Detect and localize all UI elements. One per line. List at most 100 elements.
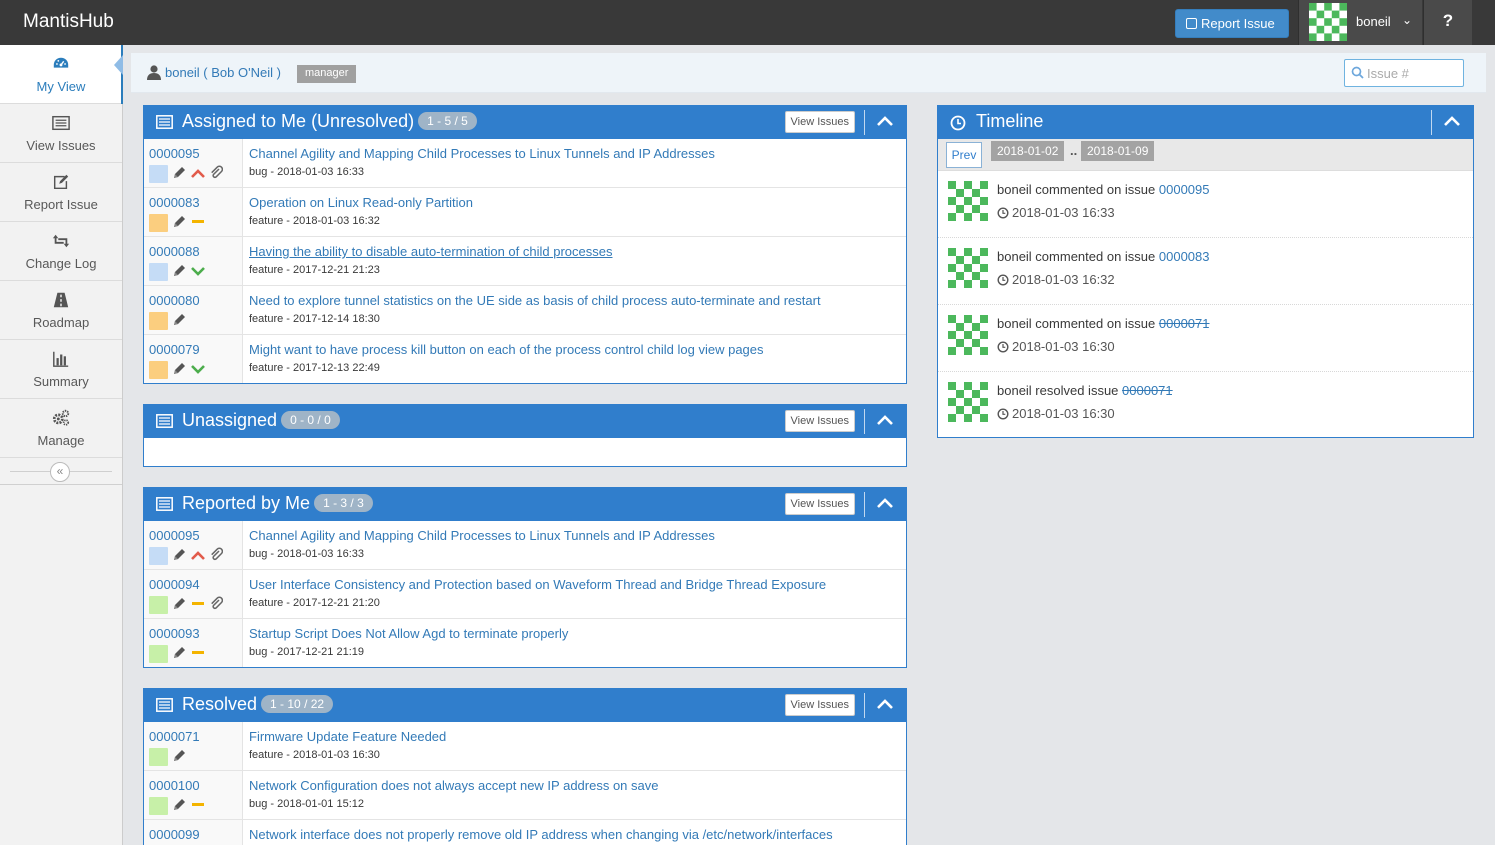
clock-icon bbox=[997, 408, 1009, 420]
widget-title: Resolved 1 - 10 / 22 bbox=[182, 694, 334, 715]
issue-summary-link[interactable]: Having the ability to disable auto-termi… bbox=[249, 244, 612, 259]
view-issues-button[interactable]: View Issues bbox=[784, 493, 855, 515]
timeline-text: boneil commented on issue 0000071 bbox=[997, 316, 1210, 331]
priority-normal-icon bbox=[192, 220, 204, 223]
timeline-time: 2018-01-03 16:33 bbox=[997, 205, 1115, 220]
issue-summary-link[interactable]: User Interface Consistency and Protectio… bbox=[249, 577, 826, 592]
sidebar-item-manage[interactable]: Manage bbox=[0, 399, 122, 458]
user-menu[interactable]: boneil ⌄ bbox=[1298, 0, 1422, 45]
clock-icon bbox=[997, 207, 1009, 219]
issue-id-link[interactable]: 0000088 bbox=[149, 244, 200, 259]
timeline-text: boneil commented on issue 0000095 bbox=[997, 182, 1210, 197]
issue-summary-link[interactable]: Channel Agility and Mapping Child Proces… bbox=[249, 528, 715, 543]
user-link[interactable]: boneil ( Bob O'Neil ) bbox=[165, 65, 281, 80]
timeline-issue-link[interactable]: 0000083 bbox=[1159, 249, 1210, 264]
issue-meta: feature - 2017-12-21 21:23 bbox=[249, 264, 380, 276]
breadcrumb-user[interactable]: boneil ( Bob O'Neil ) bbox=[147, 65, 281, 80]
issue-id-link[interactable]: 0000071 bbox=[149, 729, 200, 744]
pencil-icon[interactable] bbox=[172, 263, 187, 278]
issue-summary-link[interactable]: Channel Agility and Mapping Child Proces… bbox=[249, 146, 715, 161]
timeline-issue-link[interactable]: 0000071 bbox=[1122, 383, 1173, 398]
sidebar-item-label: Roadmap bbox=[32, 315, 90, 330]
issue-summary-link[interactable]: Might want to have process kill button o… bbox=[249, 342, 764, 357]
issue-id-link[interactable]: 0000079 bbox=[149, 342, 200, 357]
timeline-widget: Timeline Prev 2018-01-02 .. 2018-01-09 b… bbox=[937, 105, 1474, 438]
priority-normal-icon bbox=[192, 651, 204, 654]
status-color-swatch bbox=[149, 797, 168, 815]
issue-summary-link[interactable]: Need to explore tunnel statistics on the… bbox=[249, 293, 821, 308]
chevron-up-icon[interactable] bbox=[1443, 113, 1461, 131]
pencil-icon[interactable] bbox=[172, 361, 187, 376]
chevron-up-icon[interactable] bbox=[876, 412, 894, 430]
issue-id-link[interactable]: 0000093 bbox=[149, 626, 200, 641]
brand-logo[interactable]: MantisHub bbox=[23, 11, 114, 33]
table-row: 0000093 Startup Script Does Not Allow Agd… bbox=[144, 619, 906, 668]
issue-summary-link[interactable]: Network interface does not properly remo… bbox=[249, 827, 833, 842]
timeline-text: boneil commented on issue 0000083 bbox=[997, 249, 1210, 264]
pencil-icon[interactable] bbox=[172, 214, 187, 229]
chevron-up-icon[interactable] bbox=[876, 113, 894, 131]
issue-search[interactable] bbox=[1344, 59, 1464, 87]
sidebar-item-my-view[interactable]: My View bbox=[0, 45, 123, 104]
timeline-issue-link[interactable]: 0000095 bbox=[1159, 182, 1210, 197]
table-row: 0000099 Network interface does not proper… bbox=[144, 820, 906, 845]
table-row: 0000094 User Interface Consistency and Pr… bbox=[144, 570, 906, 619]
issue-meta: feature - 2017-12-21 21:20 bbox=[249, 597, 380, 609]
issue-summary-link[interactable]: Operation on Linux Read-only Partition bbox=[249, 195, 473, 210]
sidebar-item-report-issue[interactable]: Report Issue bbox=[0, 163, 122, 222]
issue-icons bbox=[149, 214, 209, 232]
issue-id-link[interactable]: 0000080 bbox=[149, 293, 200, 308]
issue-meta: bug - 2018-01-03 16:33 bbox=[249, 548, 364, 560]
clock-icon bbox=[950, 115, 966, 131]
timeline-nav: Prev 2018-01-02 .. 2018-01-09 bbox=[938, 139, 1473, 171]
issue-id-link[interactable]: 0000099 bbox=[149, 827, 200, 842]
issue-id-cell: 0000095 bbox=[144, 521, 243, 569]
sidebar-item-summary[interactable]: Summary bbox=[0, 340, 122, 399]
chevron-down-icon: ⌄ bbox=[1402, 13, 1413, 27]
prev-button[interactable]: Prev bbox=[946, 142, 982, 168]
issue-summary-link[interactable]: Startup Script Does Not Allow Agd to ter… bbox=[249, 626, 568, 641]
timeline-time: 2018-01-03 16:30 bbox=[997, 339, 1115, 354]
issue-id-cell: 0000071 bbox=[144, 722, 243, 770]
issue-id-link[interactable]: 0000095 bbox=[149, 146, 200, 161]
pencil-icon[interactable] bbox=[172, 797, 187, 812]
pencil-icon[interactable] bbox=[172, 547, 187, 562]
sidebar-item-view-issues[interactable]: View Issues bbox=[0, 104, 122, 163]
top-navbar: MantisHub Report Issue boneil ⌄ ? bbox=[0, 0, 1495, 45]
sidebar-collapse-row: « bbox=[0, 458, 122, 485]
view-issues-button[interactable]: View Issues bbox=[784, 410, 855, 432]
timeline-list: boneil commented on issue 0000095 2018-01… bbox=[938, 171, 1473, 439]
pencil-icon[interactable] bbox=[172, 645, 187, 660]
pencil-icon[interactable] bbox=[172, 748, 187, 763]
clock-icon bbox=[997, 274, 1009, 286]
table-row: 0000083 Operation on Linux Read-only Part… bbox=[144, 188, 906, 237]
date-separator: .. bbox=[1070, 143, 1078, 158]
table-row: 0000095 Channel Agility and Mapping Child… bbox=[144, 139, 906, 188]
view-issues-button[interactable]: View Issues bbox=[784, 694, 855, 716]
role-badge: manager bbox=[297, 65, 357, 83]
pencil-icon[interactable] bbox=[172, 312, 187, 327]
widget-header: Timeline bbox=[938, 106, 1473, 139]
chevron-up-icon[interactable] bbox=[876, 696, 894, 714]
chevron-up-icon[interactable] bbox=[876, 495, 894, 513]
issue-summary-link[interactable]: Firmware Update Feature Needed bbox=[249, 729, 446, 744]
priority-low-icon bbox=[191, 365, 205, 374]
timeline-issue-link[interactable]: 0000071 bbox=[1159, 316, 1210, 331]
issue-number-input[interactable] bbox=[1367, 64, 1459, 82]
pencil-icon[interactable] bbox=[172, 596, 187, 611]
issue-id-link[interactable]: 0000094 bbox=[149, 577, 200, 592]
view-issues-button[interactable]: View Issues bbox=[784, 111, 855, 133]
sidebar-item-roadmap[interactable]: Roadmap bbox=[0, 281, 122, 340]
double-chevron-left-icon[interactable]: « bbox=[50, 462, 70, 482]
sidebar-item-change-log[interactable]: Change Log bbox=[0, 222, 122, 281]
issue-id-link[interactable]: 0000083 bbox=[149, 195, 200, 210]
issue-id-cell: 0000095 bbox=[144, 139, 243, 187]
pencil-icon[interactable] bbox=[172, 165, 187, 180]
help-button[interactable]: ? bbox=[1423, 0, 1472, 45]
issue-summary-link[interactable]: Network Configuration does not always ac… bbox=[249, 778, 659, 793]
report-issue-button[interactable]: Report Issue bbox=[1175, 9, 1289, 38]
issue-id-link[interactable]: 0000100 bbox=[149, 778, 200, 793]
issue-list: 0000071 Firmware Update Feature Needed fea… bbox=[144, 722, 906, 845]
status-color-swatch bbox=[149, 165, 168, 183]
issue-id-link[interactable]: 0000095 bbox=[149, 528, 200, 543]
